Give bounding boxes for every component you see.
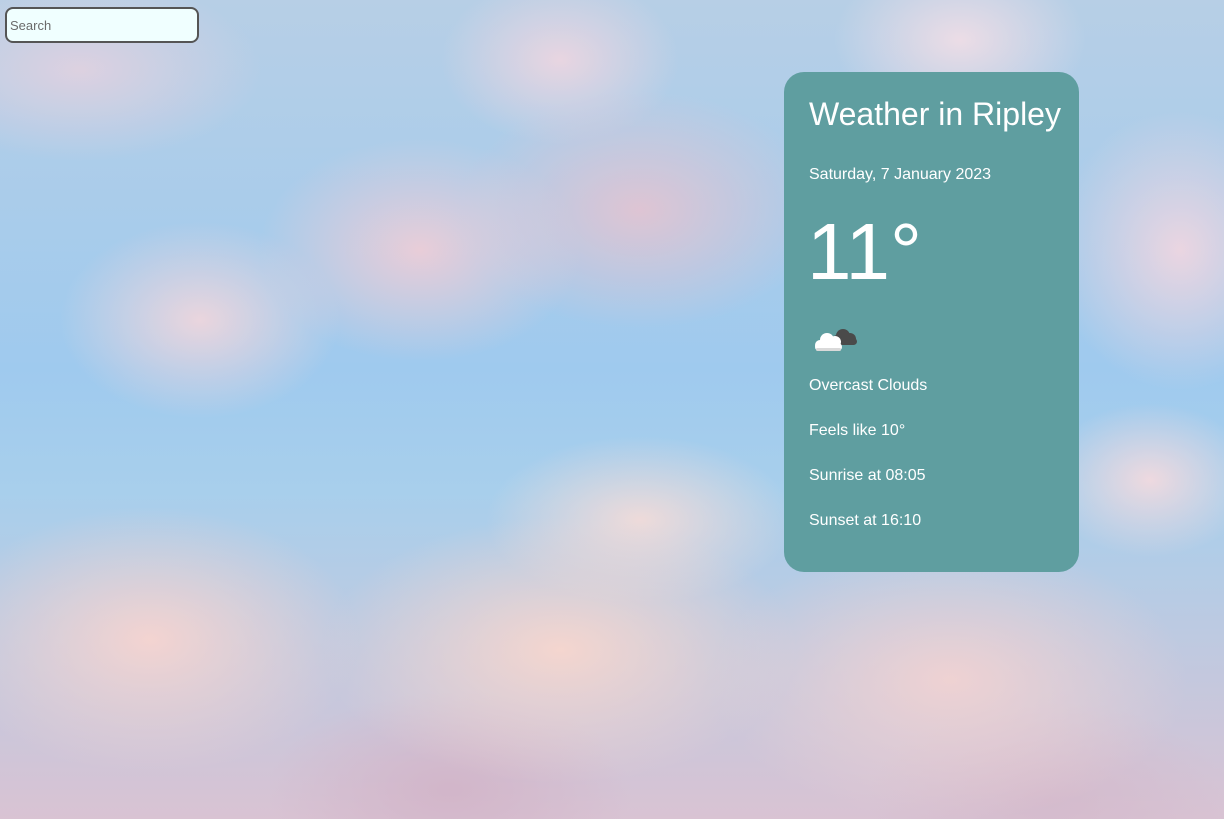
overcast-clouds-icon <box>812 324 860 358</box>
weather-date: Saturday, 7 January 2023 <box>809 166 992 183</box>
weather-title: Weather in Ripley <box>809 96 1061 132</box>
temperature: 11° <box>807 207 923 296</box>
search-input[interactable] <box>5 7 199 43</box>
sunrise-time: Sunrise at 08:05 <box>809 467 926 484</box>
sunset-time: Sunset at 16:10 <box>809 512 922 529</box>
weather-card: Weather in Ripley Saturday, 7 January 20… <box>784 72 1079 572</box>
weather-description: Overcast Clouds <box>809 377 928 394</box>
feels-like: Feels like 10° <box>809 422 906 439</box>
